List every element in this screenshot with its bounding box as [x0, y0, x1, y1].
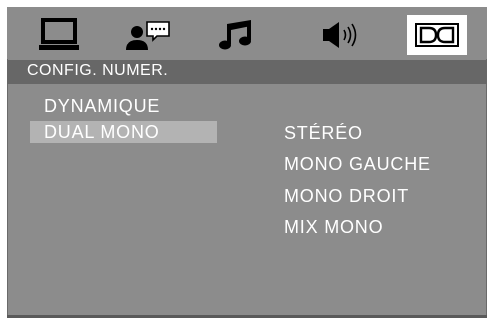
- menu-item-dynamique[interactable]: DYNAMIQUE: [30, 95, 217, 117]
- option-mono-droit[interactable]: MONO DROIT: [284, 185, 409, 207]
- tab-audio-setup[interactable]: [207, 15, 267, 55]
- option-mono-gauche[interactable]: MONO GAUCHE: [284, 153, 431, 175]
- speaker-volume-icon: [323, 22, 357, 48]
- dolby-icon: [415, 23, 459, 47]
- section-title: CONFIG. NUMER.: [27, 62, 169, 79]
- menu-item-dual-mono[interactable]: DUAL MONO: [30, 121, 217, 143]
- panel-bottom-border: [7, 315, 487, 318]
- tab-speaker-setup[interactable]: [118, 15, 178, 55]
- dvd-setup-screen: CONFIG. NUMER. DYNAMIQUE DUAL MONO STÉRÉ…: [0, 0, 494, 324]
- tab-digital-setup[interactable]: [407, 15, 467, 55]
- icon-tab-bar: [7, 7, 487, 59]
- option-mix-mono[interactable]: MIX MONO: [284, 216, 383, 238]
- section-header: CONFIG. NUMER.: [7, 60, 487, 84]
- option-stereo[interactable]: STÉRÉO: [284, 122, 363, 144]
- speaker-person-icon: [126, 21, 170, 50]
- music-note-icon: [219, 20, 251, 50]
- monitor-icon: [39, 18, 79, 50]
- tab-volume-setup[interactable]: [312, 15, 372, 55]
- tab-general-setup[interactable]: [29, 15, 89, 55]
